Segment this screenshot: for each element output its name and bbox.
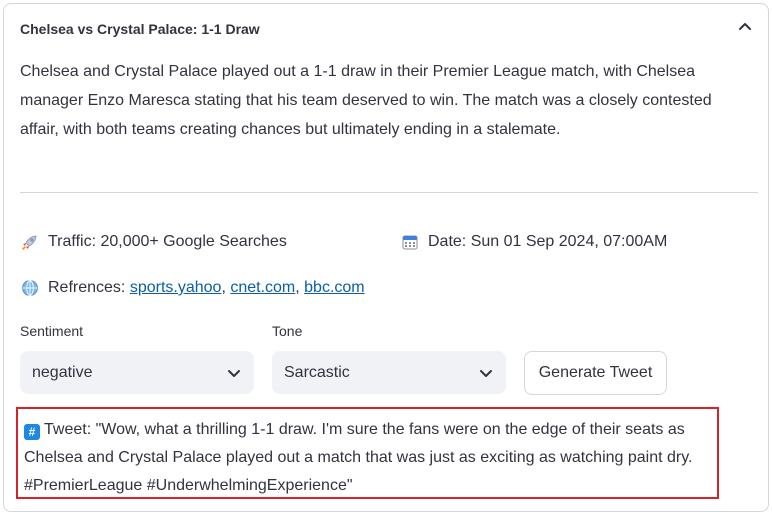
sentiment-value: negative (32, 363, 93, 381)
tone-value: Sarcastic (284, 363, 350, 381)
references-label: Refrences: (48, 279, 126, 296)
news-card: Chelsea vs Crystal Palace: 1-1 Draw Chel… (3, 3, 769, 512)
date-text: Date: Sun 01 Sep 2024, 07:00AM (428, 233, 668, 250)
hashtag-icon: # (24, 424, 40, 440)
references-row: Refrences: sports.yahoo , cnet.com , bbc… (20, 278, 365, 298)
reference-link-bbc[interactable]: bbc.com (304, 279, 364, 297)
reference-link-cnet[interactable]: cnet.com (230, 279, 295, 297)
chevron-up-icon[interactable] (736, 18, 754, 36)
divider (20, 192, 758, 193)
traffic-text: Traffic: 20,000+ Google Searches (48, 233, 287, 250)
chevron-down-icon (480, 369, 492, 377)
rocket-icon (20, 232, 40, 252)
sentiment-label: Sentiment (20, 323, 84, 339)
reference-link-sports-yahoo[interactable]: sports.yahoo (130, 279, 222, 297)
tone-select[interactable]: Sarcastic (272, 351, 506, 394)
tweet-text: Tweet: "Wow, what a thrilling 1-1 draw. … (24, 421, 693, 494)
article-summary: Chelsea and Crystal Palace played out a … (20, 63, 712, 138)
sentiment-select[interactable]: negative (20, 351, 254, 394)
expander-title[interactable]: Chelsea vs Crystal Palace: 1-1 Draw (20, 21, 260, 37)
calendar-icon (400, 232, 420, 252)
date-row: Date: Sun 01 Sep 2024, 07:00AM (400, 232, 667, 252)
generate-tweet-button[interactable]: Generate Tweet (524, 351, 667, 395)
traffic-row: Traffic: 20,000+ Google Searches (20, 232, 287, 252)
tone-label: Tone (272, 323, 303, 339)
globe-icon (20, 278, 40, 298)
tweet-output: # Tweet: "Wow, what a thrilling 1-1 draw.… (16, 407, 719, 499)
chevron-down-icon (228, 369, 240, 377)
